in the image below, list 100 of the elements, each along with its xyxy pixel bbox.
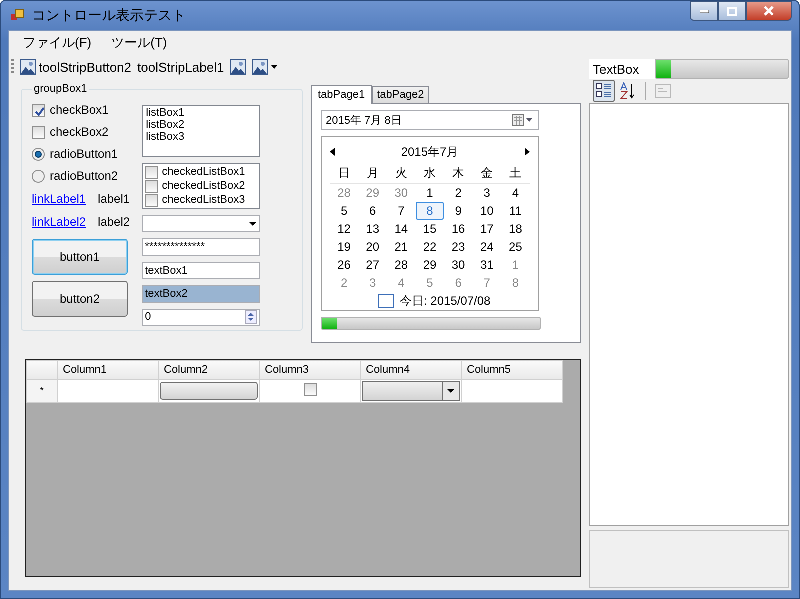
close-icon [764,6,774,16]
calendar-day[interactable]: 28 [330,184,359,202]
calendar-day[interactable]: 3 [472,184,502,202]
calendar-dropdown-icon[interactable] [512,114,534,126]
grid-cell[interactable] [462,380,562,402]
image-icon[interactable] [230,59,246,75]
cell-checkbox[interactable] [304,383,316,396]
cell-combo-box[interactable] [362,381,460,401]
push-button[interactable]: button1 [32,239,128,275]
list-box[interactable]: listBox1 listBox2 listBox3 [142,105,260,158]
link[interactable]: linkLabel1 [32,192,86,206]
spin-arrows-icon[interactable] [245,310,258,324]
minimize-button[interactable] [690,1,718,21]
cell-button[interactable] [160,382,258,400]
column-header[interactable]: Column4 [360,360,462,380]
column-header[interactable]: Column1 [58,360,158,380]
calendar-day[interactable]: 5 [416,274,444,292]
maximize-button[interactable] [718,1,746,21]
image-icon[interactable] [252,59,268,75]
calendar-day[interactable]: 10 [472,202,502,220]
date-picker[interactable]: 2015年 7月 8日 [321,110,539,130]
calendar-day[interactable]: 13 [358,220,388,238]
checkbox[interactable]: checkBox2 [32,121,130,143]
calendar-day[interactable]: 29 [358,184,388,202]
toolstrip-dropdown[interactable] [252,59,278,75]
tab[interactable]: tabPage1 [311,85,372,104]
list-item[interactable]: listBox3 [146,131,256,143]
list-item[interactable]: listBox2 [146,119,256,131]
today-link[interactable]: 今日: 2015/07/08 [400,292,491,310]
password-field[interactable]: ************** [142,238,260,256]
caret-icon [271,65,278,69]
calendar-day[interactable]: 26 [330,256,359,274]
calendar-day[interactable]: 19 [330,238,359,256]
calendar-day[interactable]: 4 [387,274,416,292]
previous-month-icon[interactable] [330,148,335,156]
text-box-label: TextBox [593,62,640,76]
grid-cell[interactable] [58,380,158,402]
radio-button[interactable]: radioButton2 [32,165,130,187]
numeric-field[interactable]: 0 [142,308,260,326]
calendar-day[interactable]: 4 [501,184,530,202]
calendar-day[interactable]: 23 [444,238,473,256]
calendar-day[interactable]: 12 [330,220,359,238]
calendar-day[interactable]: 30 [387,184,416,202]
calendar-day[interactable]: 1 [416,184,444,202]
calendar-day[interactable]: 24 [472,238,502,256]
calendar-day[interactable]: 29 [416,256,444,274]
calendar-day[interactable]: 14 [387,220,416,238]
calendar-day[interactable]: 6 [358,202,388,220]
calendar-day[interactable]: 8 [416,202,444,220]
column-header[interactable]: Column2 [158,360,260,380]
checked-list-item[interactable]: checkedListBox2 [145,179,258,194]
menu-item[interactable]: ツール(T) [104,32,176,54]
calendar-day[interactable]: 8 [501,274,530,292]
calendar-day[interactable]: 3 [358,274,388,292]
calendar-day[interactable]: 22 [416,238,444,256]
column-header[interactable]: Column5 [462,360,562,380]
text-field[interactable]: textBox2 [142,285,260,303]
calendar-day[interactable]: 17 [472,220,502,238]
calendar-day[interactable]: 25 [501,238,530,256]
calendar-day[interactable]: 30 [444,256,473,274]
checkbox[interactable]: checkBox1 [32,99,130,121]
checked-list-box[interactable]: checkedListBox1 checkedListBox2 checkedListBox3 [142,163,260,210]
weekday-label: 土 [501,163,530,184]
calendar-day[interactable]: 31 [472,256,502,274]
radio-button[interactable]: radioButton1 [32,143,130,165]
list-item[interactable]: listBox1 [146,107,256,119]
weekday-label: 水 [416,163,444,184]
close-button[interactable] [746,1,792,21]
calendar-day[interactable]: 5 [330,202,359,220]
calendar-day[interactable]: 28 [387,256,416,274]
calendar-day[interactable]: 20 [358,238,388,256]
link[interactable]: linkLabel2 [32,214,86,228]
calendar-day[interactable]: 2 [330,274,359,292]
column-header[interactable]: Column3 [260,360,360,380]
calendar-day[interactable]: 21 [387,238,416,256]
toolstrip-label: toolStripLabel1 [138,60,224,74]
calendar-day[interactable]: 11 [501,202,530,220]
calendar-day[interactable]: 18 [501,220,530,238]
checked-list-item[interactable]: checkedListBox1 [145,165,258,180]
window-title: コントロール表示テスト [32,6,186,24]
calendar-day[interactable]: 7 [472,274,502,292]
calendar-day[interactable]: 15 [416,220,444,238]
tab[interactable]: tabPage2 [372,86,430,103]
calendar-day[interactable]: 27 [358,256,388,274]
calendar-day[interactable]: 1 [501,256,530,274]
checked-list-item[interactable]: checkedListBox3 [145,193,258,208]
calendar-day[interactable]: 9 [444,202,473,220]
calendar-day[interactable]: 6 [444,274,473,292]
calendar-day[interactable]: 7 [387,202,416,220]
categorized-button[interactable] [593,80,615,102]
image-icon[interactable] [20,59,36,75]
calendar-day[interactable]: 2 [444,184,473,202]
menu-item[interactable]: ファイル(F) [15,32,100,54]
month-calendar[interactable]: 2015年7月 日 月 火 水 木 金 土 28 29 30 1 2 3 4 5 6 7 8 9 10 11 12 13 14 15 16 17 18 19 20 21 22 23 24 25 26 27 28 29 30 31 1 2 3 4 5 6 7 8 今日: 2015/07/08 [321,136,539,311]
text-field[interactable]: textBox1 [142,262,260,280]
weekday-label: 木 [444,163,473,184]
toolstrip-button[interactable]: toolStripButton2 [20,59,132,75]
push-button[interactable]: button2 [32,281,128,317]
calendar-day[interactable]: 16 [444,220,473,238]
next-month-icon[interactable] [525,148,530,156]
